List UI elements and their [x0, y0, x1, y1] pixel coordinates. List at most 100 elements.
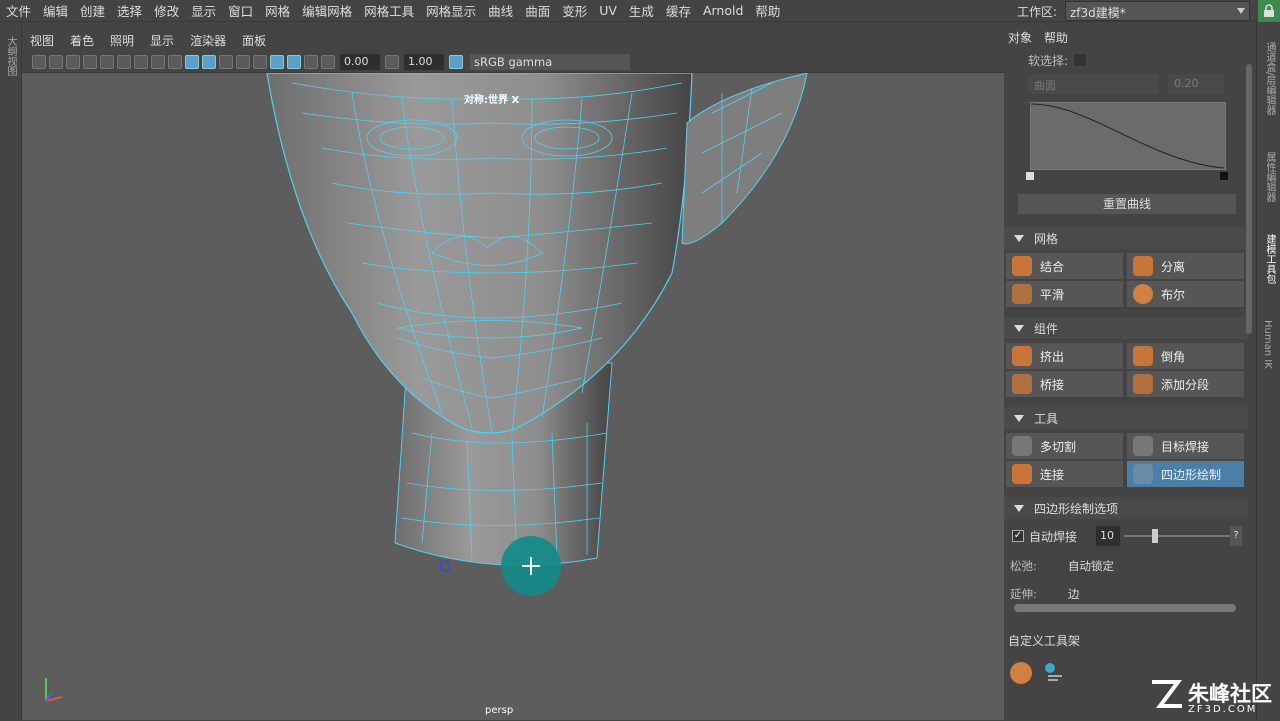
wireframe-icon[interactable]: [168, 54, 182, 69]
tab-attribute-editor[interactable]: 属性编辑器: [1262, 152, 1277, 202]
section-quad-draw-options[interactable]: 四边形绘制选项: [1004, 497, 1248, 519]
expand-icon: [1014, 234, 1024, 242]
auto-weld-value[interactable]: 10: [1096, 526, 1120, 546]
menu-item-18[interactable]: 帮助: [749, 1, 786, 20]
quad-draw-button[interactable]: 四边形绘制: [1127, 461, 1244, 487]
menu-item-2[interactable]: 创建: [74, 1, 111, 20]
outliner-tab[interactable]: 大纲视图: [3, 36, 18, 76]
separate-button[interactable]: 分离: [1127, 253, 1244, 279]
menu-item-6[interactable]: 窗口: [222, 1, 259, 20]
separate-icon: [1133, 256, 1153, 276]
bevel-icon: [1133, 346, 1153, 366]
viewport-menu-0[interactable]: 视图: [22, 32, 62, 49]
tab-channel-box[interactable]: 通道盒/层编辑器: [1262, 42, 1277, 115]
exposure-field[interactable]: 0.00: [340, 53, 380, 70]
workspace-dropdown[interactable]: zf3d建模*: [1065, 1, 1250, 21]
curve-start-handle[interactable]: [1026, 172, 1034, 180]
relax-dropdown[interactable]: 自动锁定: [1062, 556, 1238, 576]
camera-attr-icon[interactable]: [49, 54, 63, 69]
soft-select-checkbox[interactable]: [1074, 54, 1086, 66]
section-mesh[interactable]: 网格: [1004, 227, 1248, 249]
menu-item-13[interactable]: 变形: [556, 1, 593, 20]
gamma-icon[interactable]: [385, 54, 399, 69]
smooth-shade-icon[interactable]: [185, 54, 199, 69]
menu-item-0[interactable]: 文件: [0, 1, 37, 20]
reset-curve-button[interactable]: 重置曲线: [1018, 194, 1236, 214]
lights-icon[interactable]: [236, 54, 250, 69]
falloff-curve-graph[interactable]: [1030, 102, 1226, 170]
section-tools[interactable]: 工具: [1004, 407, 1248, 429]
menu-item-10[interactable]: 网格显示: [420, 1, 482, 20]
button-label: 多切割: [1040, 439, 1077, 454]
viewport-menu-4[interactable]: 渲染器: [182, 32, 234, 49]
boolean-icon: [1133, 284, 1153, 304]
expand-icon: [1014, 414, 1024, 422]
viewport-menu-3[interactable]: 显示: [142, 32, 182, 49]
menu-item-15[interactable]: 生成: [623, 1, 660, 20]
extend-dropdown[interactable]: 边: [1062, 584, 1238, 604]
image-plane-icon[interactable]: [83, 54, 97, 69]
menu-item-12[interactable]: 曲面: [519, 1, 556, 20]
menu-help[interactable]: 帮助: [1044, 29, 1068, 46]
perspective-viewport[interactable]: 对称:世界 X persp: [22, 73, 1004, 720]
smooth-button[interactable]: 平滑: [1006, 281, 1123, 307]
menu-item-9[interactable]: 网格工具: [358, 1, 420, 20]
auto-weld-slider-track[interactable]: [1124, 535, 1230, 537]
resolution-gate-icon[interactable]: [134, 54, 148, 69]
boolean-button[interactable]: 布尔: [1127, 281, 1244, 307]
tab-human-ik[interactable]: Human IK: [1262, 320, 1273, 369]
colorspace-dropdown[interactable]: sRGB gamma: [470, 53, 630, 70]
viewport-menu-5[interactable]: 面板: [234, 32, 274, 49]
curve-end-handle[interactable]: [1220, 172, 1228, 180]
grid-icon[interactable]: [100, 54, 114, 69]
auto-weld-slider-handle[interactable]: [1152, 529, 1158, 543]
shadows-icon[interactable]: [253, 54, 267, 69]
add-divisions-button[interactable]: 添加分段: [1127, 371, 1244, 397]
tab-modeling-toolkit[interactable]: 建模工具包: [1262, 234, 1277, 284]
isolate-select-icon[interactable]: [287, 54, 301, 69]
menu-item-14[interactable]: UV: [593, 3, 623, 18]
menu-item-3[interactable]: 选择: [111, 1, 148, 20]
menu-item-16[interactable]: 缓存: [660, 1, 697, 20]
connect-button[interactable]: 连接: [1006, 461, 1123, 487]
film-gate-icon[interactable]: [117, 54, 131, 69]
menu-item-4[interactable]: 修改: [148, 1, 185, 20]
menu-item-8[interactable]: 编辑网格: [296, 1, 358, 20]
combine-button[interactable]: 结合: [1006, 253, 1123, 279]
shelf-clock-icon[interactable]: [1042, 662, 1064, 684]
falloff-value-field[interactable]: 0.20: [1168, 74, 1224, 94]
menu-item-5[interactable]: 显示: [185, 1, 222, 20]
falloff-mode-dropdown[interactable]: 曲面: [1028, 74, 1158, 94]
shelf-boolean-icon[interactable]: [1010, 662, 1032, 684]
menu-object[interactable]: 对象: [1008, 29, 1032, 46]
bridge-button[interactable]: 桥接: [1006, 371, 1123, 397]
panel-scrollbar-h[interactable]: [1014, 604, 1236, 612]
select-camera-icon[interactable]: [304, 54, 318, 69]
auto-weld-checkbox[interactable]: ✓: [1012, 530, 1024, 542]
menu-item-17[interactable]: Arnold: [697, 3, 749, 18]
menu-item-11[interactable]: 曲线: [482, 1, 519, 20]
camera-icon[interactable]: [32, 54, 46, 69]
menu-item-7[interactable]: 网格: [259, 1, 296, 20]
section-component[interactable]: 组件: [1004, 317, 1248, 339]
help-button[interactable]: ?: [1230, 526, 1242, 546]
wireframe-on-shaded-icon[interactable]: [202, 54, 216, 69]
safe-action-icon[interactable]: [151, 54, 165, 69]
panel-scrollbar-v[interactable]: [1246, 64, 1252, 334]
multi-cut-button[interactable]: 多切割: [1006, 433, 1123, 459]
bevel-button[interactable]: 倒角: [1127, 343, 1244, 369]
section-title: 组件: [1034, 321, 1059, 336]
xray-icon[interactable]: [270, 54, 284, 69]
bookmark-icon[interactable]: [66, 54, 80, 69]
gamma-field[interactable]: 1.00: [404, 53, 444, 70]
menu-item-1[interactable]: 编辑: [37, 1, 74, 20]
viewport-menu-2[interactable]: 照明: [102, 32, 142, 49]
target-weld-button[interactable]: 目标焊接: [1127, 433, 1244, 459]
extrude-button[interactable]: 挤出: [1006, 343, 1123, 369]
exposure-icon[interactable]: [321, 54, 335, 69]
button-label: 添加分段: [1161, 377, 1210, 392]
viewport-menu-1[interactable]: 着色: [62, 32, 102, 49]
textured-icon[interactable]: [219, 54, 233, 69]
color-management-icon[interactable]: [449, 54, 463, 69]
lock-icon[interactable]: [1258, 0, 1280, 22]
